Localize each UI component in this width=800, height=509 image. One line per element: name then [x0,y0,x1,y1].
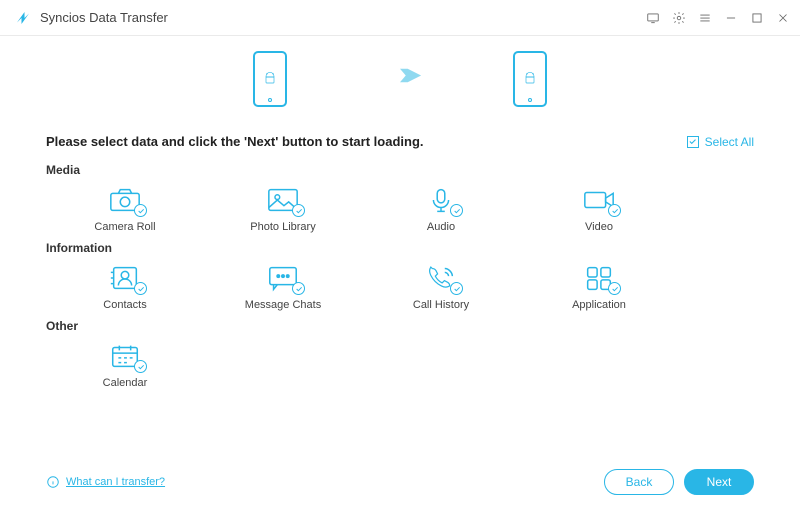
camera-icon [105,185,145,215]
source-device-icon [253,51,287,107]
checkbox-icon [687,136,699,148]
section-title-other: Other [46,319,754,333]
check-icon [608,204,621,217]
info-icon [46,475,60,489]
item-message-chats[interactable]: Message Chats [204,263,362,311]
check-icon [292,204,305,217]
app-window: Syncios Data Transfer Please select data… [0,0,800,509]
item-calendar[interactable]: Calendar [46,341,204,389]
item-label: Application [572,299,626,311]
app-title: Syncios Data Transfer [40,10,168,25]
target-device-icon [513,51,547,107]
apps-icon [579,263,619,293]
next-button[interactable]: Next [684,469,754,495]
item-label: Video [585,221,613,233]
maximize-icon[interactable] [750,11,764,25]
item-label: Calendar [103,377,148,389]
select-all-checkbox[interactable]: Select All [687,135,754,149]
instruction-row: Please select data and click the 'Next' … [46,134,754,149]
messages-icon [263,263,303,293]
photo-icon [263,185,303,215]
check-icon [450,204,463,217]
check-icon [450,282,463,295]
item-label: Call History [413,299,469,311]
titlebar: Syncios Data Transfer [0,0,800,36]
settings-icon[interactable] [672,11,686,25]
check-icon [134,360,147,373]
item-label: Camera Roll [94,221,155,233]
help-link[interactable]: What can I transfer? [46,475,165,489]
transfer-arrow-icon [377,64,423,94]
window-controls [646,11,790,25]
video-icon [579,185,619,215]
section-title-media: Media [46,163,754,177]
phone-icon [421,263,461,293]
media-grid: Camera Roll Photo Library Audio [46,185,754,233]
item-application[interactable]: Application [520,263,678,311]
section-title-information: Information [46,241,754,255]
feedback-icon[interactable] [646,11,660,25]
item-label: Photo Library [250,221,315,233]
close-icon[interactable] [776,11,790,25]
content-area: Please select data and click the 'Next' … [0,122,800,455]
item-call-history[interactable]: Call History [362,263,520,311]
item-label: Contacts [103,299,146,311]
audio-icon [421,185,461,215]
select-all-label: Select All [705,135,754,149]
menu-icon[interactable] [698,11,712,25]
item-camera-roll[interactable]: Camera Roll [46,185,204,233]
item-photo-library[interactable]: Photo Library [204,185,362,233]
check-icon [292,282,305,295]
footer: What can I transfer? Back Next [0,455,800,509]
device-row [0,36,800,122]
check-icon [608,282,621,295]
item-video[interactable]: Video [520,185,678,233]
app-logo-icon [14,9,32,27]
item-label: Audio [427,221,455,233]
item-label: Message Chats [245,299,321,311]
item-contacts[interactable]: Contacts [46,263,204,311]
information-grid: Contacts Message Chats Call History [46,263,754,311]
contacts-icon [105,263,145,293]
other-grid: Calendar [46,341,754,389]
calendar-icon [105,341,145,371]
check-icon [134,204,147,217]
back-button[interactable]: Back [604,469,674,495]
instruction-text: Please select data and click the 'Next' … [46,134,424,149]
check-icon [134,282,147,295]
item-audio[interactable]: Audio [362,185,520,233]
minimize-icon[interactable] [724,11,738,25]
help-link-label: What can I transfer? [66,476,165,488]
